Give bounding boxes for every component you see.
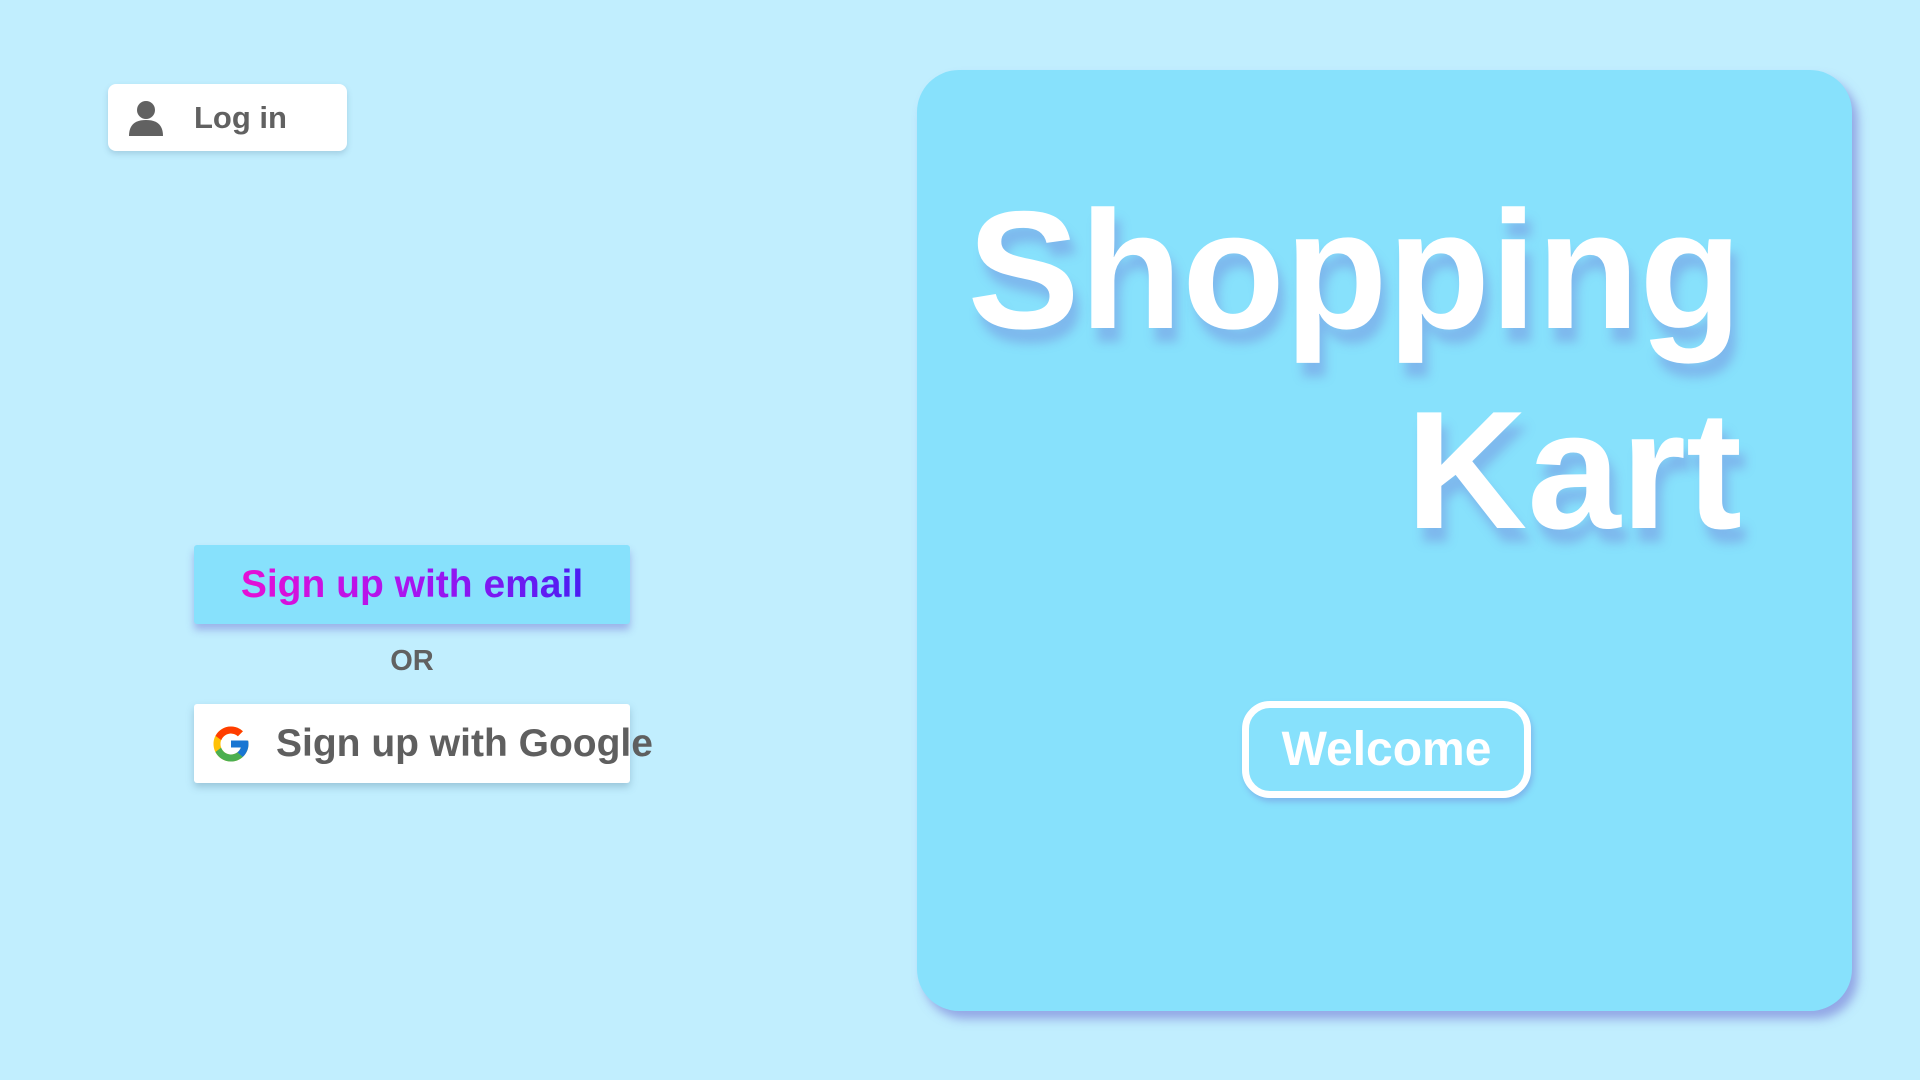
page: Log in Sign up with email OR Sign up wit… xyxy=(0,0,1920,1080)
google-icon xyxy=(210,723,252,765)
or-divider-text: OR xyxy=(390,645,434,677)
user-icon xyxy=(128,100,164,136)
login-button[interactable]: Log in xyxy=(108,84,347,151)
hero-card: Shopping Kart Welcome xyxy=(917,70,1852,1011)
login-label: Log in xyxy=(194,99,287,135)
app-title: Shopping Kart xyxy=(968,170,1742,570)
welcome-button[interactable]: Welcome xyxy=(1242,701,1531,798)
signup-google-label: Sign up with Google xyxy=(276,721,653,765)
app-title-line-1: Shopping xyxy=(967,176,1742,364)
signup-email-label: Sign up with email xyxy=(240,562,584,606)
app-title-line-2: Kart xyxy=(1405,376,1742,564)
signup-email-button[interactable]: Sign up with email xyxy=(194,545,630,624)
signup-google-button[interactable]: Sign up with Google xyxy=(194,704,653,783)
welcome-label: Welcome xyxy=(1281,723,1492,776)
